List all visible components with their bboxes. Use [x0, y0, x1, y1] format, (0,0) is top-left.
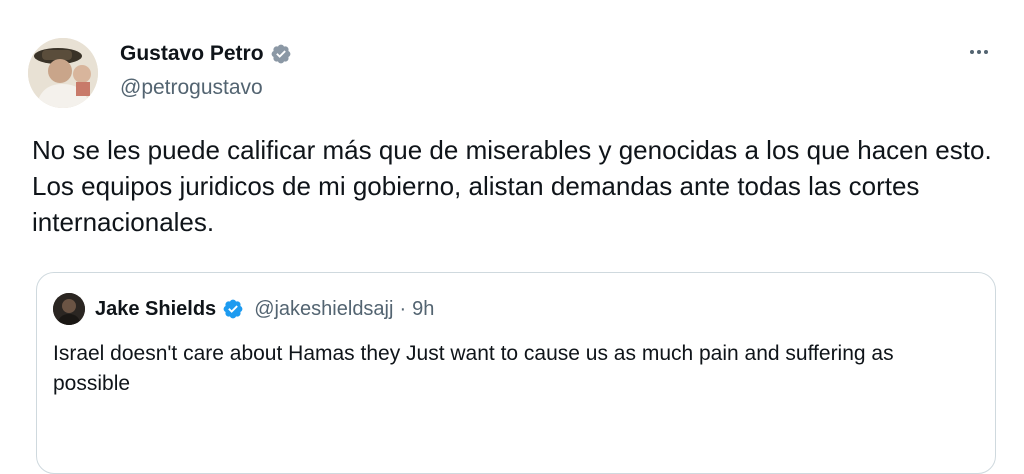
author-name-row: Gustavo Petro — [120, 42, 292, 66]
quoted-timestamp[interactable]: 9h — [412, 298, 434, 321]
quoted-author-handle[interactable]: @jakeshieldsajj — [254, 298, 393, 321]
author-display-name[interactable]: Gustavo Petro — [120, 42, 264, 66]
author-avatar[interactable] — [28, 38, 98, 108]
tweet-text: No se les puede calificar más que de mis… — [32, 135, 992, 237]
more-horizontal-icon — [977, 50, 981, 54]
more-horizontal-icon — [970, 50, 974, 54]
quoted-tweet[interactable]: Jake Shields @jakeshieldsajj · 9h Israel… — [36, 272, 996, 474]
more-options-button[interactable] — [962, 38, 996, 66]
verified-badge-icon — [270, 43, 292, 65]
more-horizontal-icon — [984, 50, 988, 54]
quoted-tweet-header: Jake Shields @jakeshieldsajj · 9h — [53, 293, 434, 325]
quoted-separator: · — [399, 297, 407, 320]
author-handle[interactable]: @petrogustavo — [120, 76, 263, 100]
quoted-author-avatar[interactable] — [53, 293, 85, 325]
quoted-tweet-text: Israel doesn't care about Hamas they Jus… — [53, 342, 894, 395]
user-avatar-icon — [28, 38, 98, 108]
user-avatar-icon — [53, 293, 85, 325]
tweet-card: Gustavo Petro @petrogustavo No se les pu… — [0, 0, 1024, 474]
verified-badge-icon — [222, 298, 244, 320]
quoted-author-display-name[interactable]: Jake Shields — [95, 298, 216, 321]
